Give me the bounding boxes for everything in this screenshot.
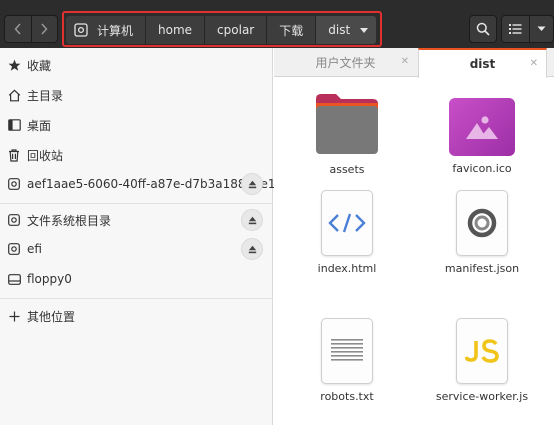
disk-icon <box>7 177 21 191</box>
close-icon[interactable]: ✕ <box>401 56 409 67</box>
chevron-right-icon <box>41 23 48 35</box>
header-bar: 计算机 home cpolar 下载 dist <box>0 0 554 48</box>
sidebar-item-label: efi <box>27 242 42 256</box>
file-item-index-html[interactable]: index.html <box>282 190 412 275</box>
tab-label: 用户文件夹 <box>315 56 376 70</box>
sidebar-item-starred[interactable]: 收藏 <box>0 51 273 79</box>
disk-icon <box>74 23 88 37</box>
sidebar-item-label: 桌面 <box>27 118 52 133</box>
eject-button[interactable] <box>241 173 263 195</box>
eject-button[interactable] <box>241 238 263 260</box>
disk-icon <box>7 213 21 227</box>
crumb-label: 下载 <box>279 23 304 38</box>
list-icon <box>508 24 522 34</box>
path-bar: 计算机 home cpolar 下载 dist <box>62 11 382 47</box>
disk-icon <box>7 242 21 256</box>
file-item-robots-txt[interactable]: robots.txt <box>282 318 412 403</box>
html-file-icon <box>321 190 373 256</box>
search-icon <box>476 22 490 36</box>
eject-button[interactable] <box>241 209 263 231</box>
crumb-label: cpolar <box>217 23 255 37</box>
file-item-assets[interactable]: assets <box>282 91 412 176</box>
home-icon <box>7 88 21 102</box>
crumb-dist[interactable]: dist <box>316 16 377 44</box>
view-menu-button[interactable] <box>528 16 553 42</box>
sidebar: 收藏 主目录 桌面 回收站 aef1aae5-6060-40ff-a87e-d7… <box>0 48 276 425</box>
chevron-left-icon <box>14 23 21 35</box>
trash-icon <box>7 148 21 162</box>
close-icon[interactable]: ✕ <box>530 58 538 69</box>
sidebar-item-root-filesystem[interactable]: 文件系统根目录 <box>0 206 273 234</box>
sidebar-item-label: 其他位置 <box>27 309 76 324</box>
sidebar-item-label: 文件系统根目录 <box>27 213 112 228</box>
file-item-service-worker-js[interactable]: service-worker.js <box>417 318 547 403</box>
file-name: index.html <box>317 262 377 275</box>
crumb-home[interactable]: home <box>146 16 206 44</box>
sidebar-item-label: 主目录 <box>27 88 64 103</box>
crumb-label: home <box>158 23 193 37</box>
sidebar-item-other-locations[interactable]: 其他位置 <box>0 302 273 330</box>
sidebar-item-label: aef1aae5-6060-40ff-a87e-d7b3a1885ee1 <box>27 177 276 191</box>
tab-dist[interactable]: dist ✕ <box>418 48 547 78</box>
list-view-button[interactable] <box>502 16 529 42</box>
file-name: manifest.json <box>444 262 520 275</box>
tab-user-folder[interactable]: 用户文件夹 ✕ <box>274 48 417 77</box>
sidebar-item-desktop[interactable]: 桌面 <box>0 111 273 139</box>
search-button[interactable] <box>469 15 497 43</box>
sidebar-divider <box>0 298 273 299</box>
crumb-cpolar[interactable]: cpolar <box>205 16 268 44</box>
crumb-label: dist <box>328 23 351 37</box>
view-options <box>501 15 554 43</box>
forward-button[interactable] <box>30 16 58 42</box>
file-name: robots.txt <box>320 390 374 403</box>
file-item-manifest-json[interactable]: manifest.json <box>417 190 547 275</box>
file-grid: assets favicon.ico index.html manifest.j… <box>274 78 554 425</box>
sidebar-item-home[interactable]: 主目录 <box>0 81 273 109</box>
file-name: service-worker.js <box>435 390 529 403</box>
crumb-computer[interactable]: 计算机 <box>66 16 147 44</box>
chevron-down-icon <box>537 26 546 31</box>
json-file-icon <box>456 190 508 256</box>
image-file-icon <box>449 98 515 156</box>
tab-label: dist <box>469 57 496 71</box>
eject-icon <box>248 245 256 253</box>
file-item-favicon[interactable]: favicon.ico <box>417 94 547 175</box>
text-file-icon <box>321 318 373 384</box>
sidebar-item-efi[interactable]: efi <box>0 235 273 263</box>
caret-down-icon <box>360 27 369 33</box>
sidebar-item-trash[interactable]: 回收站 <box>0 141 273 169</box>
crumb-downloads[interactable]: 下载 <box>267 16 317 44</box>
back-button[interactable] <box>5 16 31 42</box>
plus-icon <box>7 309 21 323</box>
sidebar-item-label: 回收站 <box>27 148 64 163</box>
eject-icon <box>248 180 256 188</box>
tab-bar: 用户文件夹 ✕ dist ✕ <box>274 48 554 78</box>
crumb-label: 计算机 <box>97 23 134 38</box>
js-file-icon <box>456 318 508 384</box>
desktop-icon <box>7 118 21 132</box>
drive-icon <box>7 272 21 286</box>
eject-icon <box>248 216 256 224</box>
sidebar-item-volume-uuid[interactable]: aef1aae5-6060-40ff-a87e-d7b3a1885ee1 <box>0 170 276 198</box>
sidebar-divider <box>0 203 273 204</box>
sidebar-item-label: floppy0 <box>27 272 72 286</box>
star-icon <box>7 58 21 72</box>
sidebar-item-floppy[interactable]: floppy0 <box>0 265 273 293</box>
file-name: favicon.ico <box>452 162 512 175</box>
folder-icon <box>314 91 380 157</box>
file-name: assets <box>329 163 365 176</box>
sidebar-item-label: 收藏 <box>27 58 52 73</box>
nav-buttons <box>4 15 58 43</box>
